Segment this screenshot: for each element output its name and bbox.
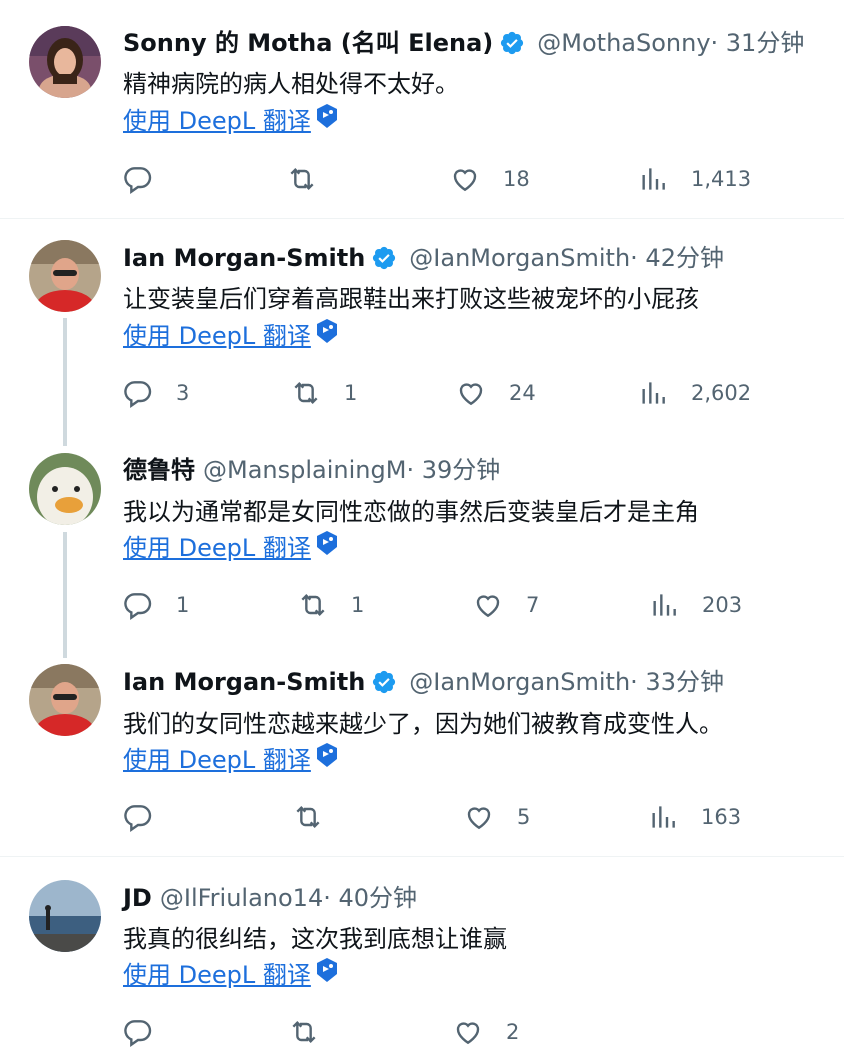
like-button[interactable]: 7 xyxy=(472,588,539,622)
reply-icon xyxy=(122,1016,154,1048)
avatar[interactable] xyxy=(29,26,101,98)
translate-link[interactable]: 使用 DeepL 翻译 xyxy=(123,530,339,563)
deepl-icon xyxy=(315,318,339,344)
views-count: 1,413 xyxy=(691,167,752,191)
tweet-text: 让变装皇后们穿着高跟鞋出来打败这些被宠坏的小屁孩 xyxy=(123,285,699,313)
heart-icon xyxy=(455,377,487,409)
views-button[interactable]: 203 xyxy=(648,588,742,622)
avatar[interactable] xyxy=(29,880,101,952)
translate-label[interactable]: 使用 DeepL 翻译 xyxy=(123,745,311,775)
views-button[interactable]: 1,413 xyxy=(637,162,751,196)
views-icon xyxy=(637,377,669,409)
reply-button[interactable] xyxy=(122,800,176,834)
reply-icon xyxy=(122,163,154,195)
avatar[interactable] xyxy=(29,240,101,312)
like-count: 24 xyxy=(509,381,536,405)
views-button[interactable]: 2,602 xyxy=(637,376,751,410)
retweet-icon xyxy=(297,589,329,621)
reply-icon xyxy=(122,377,154,409)
avatar[interactable] xyxy=(29,453,101,525)
views-button[interactable]: 163 xyxy=(647,800,741,834)
like-button[interactable]: 18 xyxy=(449,162,530,196)
tweet-text: 我真的很纠结，这次我到底想让谁赢 xyxy=(123,925,507,953)
tweet[interactable]: JD @IlFriulano14 · 40分钟 我真的很纠结，这次我到底想让谁赢… xyxy=(0,857,844,1054)
display-name[interactable]: Ian Morgan-Smith xyxy=(123,667,365,697)
reply-button[interactable] xyxy=(122,162,176,196)
user-handle[interactable]: @IanMorganSmith xyxy=(409,243,630,273)
heart-icon xyxy=(463,801,495,833)
tweet[interactable]: Ian Morgan-Smith @IanMorganSmith · 33分钟 … xyxy=(0,643,844,856)
retweet-button[interactable] xyxy=(286,162,340,196)
deepl-icon xyxy=(315,530,339,556)
avatar[interactable] xyxy=(29,664,101,736)
timestamp[interactable]: · 39分钟 xyxy=(406,455,500,485)
retweet-icon xyxy=(292,801,324,833)
reply-count: 3 xyxy=(176,381,190,405)
like-count: 7 xyxy=(526,593,540,617)
tweet[interactable]: Sonny 的 Motha (名叫 Elena) @MothaSonny · 3… xyxy=(0,0,844,218)
tweet-text: 精神病院的病人相处得不太好。 xyxy=(123,70,459,98)
tweet[interactable]: 德鲁特 @MansplainingM · 39分钟 我以为通常都是女同性恋做的事… xyxy=(0,431,844,643)
retweet-button[interactable]: 1 xyxy=(297,588,364,622)
reply-button[interactable]: 1 xyxy=(122,588,189,622)
translate-link[interactable]: 使用 DeepL 翻译 xyxy=(123,957,339,990)
retweet-count: 1 xyxy=(351,593,365,617)
like-count: 5 xyxy=(517,805,531,829)
user-handle[interactable]: @IlFriulano14 xyxy=(160,883,323,913)
user-handle[interactable]: @MansplainingM xyxy=(203,455,406,485)
deepl-icon xyxy=(315,957,339,983)
like-count: 18 xyxy=(503,167,530,191)
heart-icon xyxy=(452,1016,484,1048)
retweet-count: 1 xyxy=(344,381,358,405)
like-button[interactable]: 2 xyxy=(452,1015,519,1049)
timestamp[interactable]: · 40分钟 xyxy=(323,883,417,913)
views-icon xyxy=(647,801,679,833)
like-button[interactable]: 5 xyxy=(463,800,530,834)
translate-label[interactable]: 使用 DeepL 翻译 xyxy=(123,960,311,990)
display-name[interactable]: Ian Morgan-Smith xyxy=(123,243,365,273)
timestamp[interactable]: · 42分钟 xyxy=(630,243,724,273)
verified-badge-icon xyxy=(499,30,525,56)
translate-label[interactable]: 使用 DeepL 翻译 xyxy=(123,106,311,136)
retweet-icon xyxy=(286,163,318,195)
views-count: 2,602 xyxy=(691,381,752,405)
user-handle[interactable]: @IanMorganSmith xyxy=(409,667,630,697)
heart-icon xyxy=(449,163,481,195)
retweet-button[interactable] xyxy=(288,1015,342,1049)
like-button[interactable]: 24 xyxy=(455,376,536,410)
retweet-icon xyxy=(290,377,322,409)
reply-icon xyxy=(122,589,154,621)
heart-icon xyxy=(472,589,504,621)
timestamp[interactable]: · 31分钟 xyxy=(711,28,805,58)
retweet-button[interactable]: 1 xyxy=(290,376,357,410)
verified-badge-icon xyxy=(371,245,397,271)
views-count: 203 xyxy=(702,593,743,617)
like-count: 2 xyxy=(506,1020,520,1044)
tweet-text: 我们的女同性恋越来越少了，因为她们被教育成变性人。 xyxy=(123,710,723,738)
retweet-button[interactable] xyxy=(292,800,346,834)
translate-label[interactable]: 使用 DeepL 翻译 xyxy=(123,321,311,351)
views-count: 163 xyxy=(701,805,742,829)
user-handle[interactable]: @MothaSonny xyxy=(537,28,710,58)
reply-icon xyxy=(122,801,154,833)
translate-link[interactable]: 使用 DeepL 翻译 xyxy=(123,742,339,775)
deepl-icon xyxy=(315,103,339,129)
views-icon xyxy=(637,163,669,195)
reply-button[interactable]: 3 xyxy=(122,376,189,410)
reply-count: 1 xyxy=(176,593,190,617)
tweet-text: 我以为通常都是女同性恋做的事然后变装皇后才是主角 xyxy=(123,498,699,526)
translate-link[interactable]: 使用 DeepL 翻译 xyxy=(123,103,339,136)
translate-link[interactable]: 使用 DeepL 翻译 xyxy=(123,318,339,351)
tweet[interactable]: Ian Morgan-Smith @IanMorganSmith · 42分钟 … xyxy=(0,219,844,431)
display-name[interactable]: 德鲁特 xyxy=(123,455,195,485)
translate-label[interactable]: 使用 DeepL 翻译 xyxy=(123,533,311,563)
retweet-icon xyxy=(288,1016,320,1048)
timestamp[interactable]: · 33分钟 xyxy=(630,667,724,697)
display-name[interactable]: Sonny 的 Motha (名叫 Elena) xyxy=(123,28,493,58)
deepl-icon xyxy=(315,742,339,768)
reply-button[interactable] xyxy=(122,1015,176,1049)
display-name[interactable]: JD xyxy=(123,883,152,913)
views-icon xyxy=(648,589,680,621)
verified-badge-icon xyxy=(371,669,397,695)
